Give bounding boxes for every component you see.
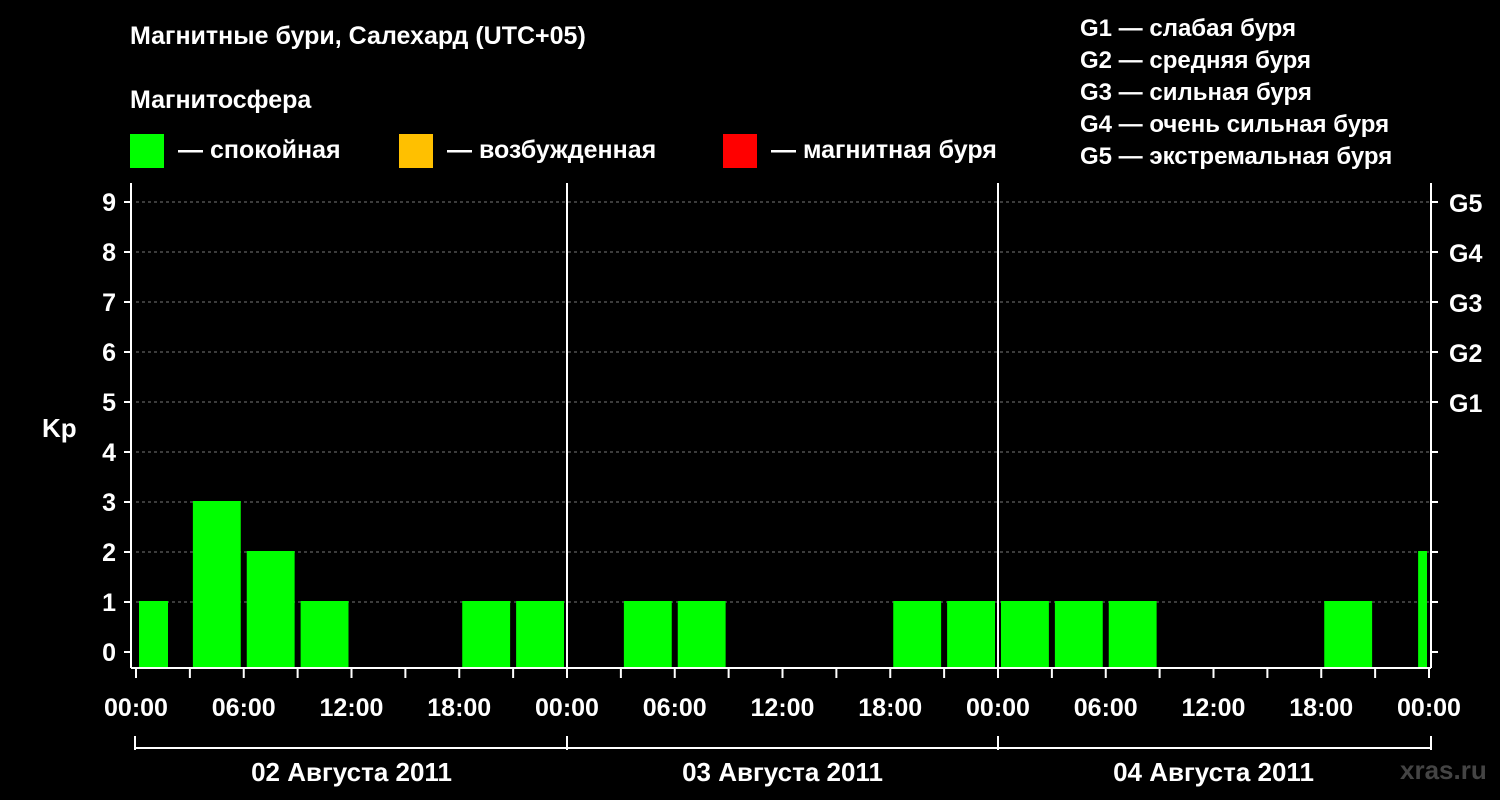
y-tick-label: 7 [102, 289, 116, 317]
x-tick-label: 18:00 [1289, 694, 1353, 722]
x-tick-label: 12:00 [1182, 694, 1246, 722]
kp-bar [1054, 601, 1103, 668]
day-label: 02 Августа 2011 [251, 757, 452, 787]
kp-bar [1418, 551, 1427, 668]
kp-bar [1108, 601, 1157, 668]
kp-bar [246, 551, 295, 668]
y-tick-label: 0 [102, 639, 116, 667]
kp-bar [139, 601, 168, 668]
kp-bar [623, 601, 672, 668]
watermark: xras.ru [1400, 755, 1487, 785]
kp-bar [947, 601, 995, 668]
y-tick-label: 9 [102, 189, 116, 217]
x-tick-label: 00:00 [104, 694, 168, 722]
x-tick-label: 00:00 [1397, 694, 1461, 722]
kp-bar [462, 601, 511, 668]
g-level-label: G1 [1449, 390, 1482, 418]
x-tick-label: 18:00 [427, 694, 491, 722]
g-level-label: G4 [1449, 240, 1482, 268]
kp-bar [677, 601, 726, 668]
day-label: 03 Августа 2011 [682, 757, 883, 787]
g-level-label: G2 [1449, 340, 1482, 368]
kp-bar-chart: 0 1 2 3 4 5 6 7 8 9 G1 G2 G3 G4 G5 Kp 00:00 06:00 12:00 18:… [42, 183, 1482, 787]
y-tick-label: 5 [102, 389, 116, 417]
g-level-label: G3 [1449, 290, 1482, 318]
x-tick-label: 06:00 [212, 694, 276, 722]
kp-bar [1324, 601, 1373, 668]
x-tick-label: 12:00 [751, 694, 815, 722]
y-axis-label: Kp [42, 413, 77, 443]
day-label: 04 Августа 2011 [1113, 757, 1314, 787]
kp-bar [516, 601, 564, 668]
kp-bar [1001, 601, 1049, 668]
kp-bar [300, 601, 349, 668]
g-level-label: G5 [1449, 190, 1482, 218]
y-tick-label: 4 [102, 439, 116, 467]
kp-bar [192, 501, 241, 668]
y-tick-label: 3 [102, 489, 116, 517]
x-tick-label: 00:00 [535, 694, 599, 722]
kp-bar [893, 601, 942, 668]
x-tick-label: 18:00 [858, 694, 922, 722]
y-tick-label: 1 [102, 589, 116, 617]
x-tick-label: 12:00 [320, 694, 384, 722]
x-tick-label: 06:00 [643, 694, 707, 722]
y-tick-label: 2 [102, 539, 116, 567]
x-tick-label: 00:00 [966, 694, 1030, 722]
x-tick-label: 06:00 [1074, 694, 1138, 722]
y-tick-label: 6 [102, 339, 116, 367]
y-tick-label: 8 [102, 239, 116, 267]
